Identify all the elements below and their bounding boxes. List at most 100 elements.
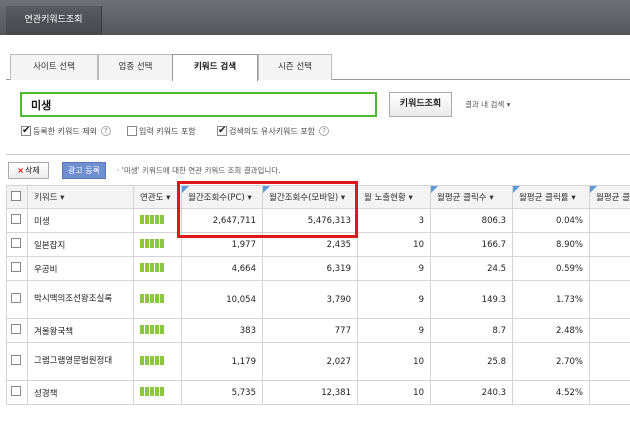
mobile-queries-cell: 777: [262, 318, 358, 343]
keyword-cell[interactable]: 우공비: [27, 256, 134, 281]
column-header-avg-click-more[interactable]: 월평균 클릭: [589, 185, 630, 209]
row-checkbox[interactable]: [11, 214, 21, 225]
relevance-bar: [140, 355, 164, 365]
sort-marker-icon: [431, 186, 438, 193]
column-header-avg-clicks[interactable]: 월평균 클릭수 ▾: [430, 185, 513, 209]
pc-queries-cell: 383: [181, 318, 263, 343]
option-label: 입력 키워드 포함: [139, 127, 196, 136]
column-header-keyword[interactable]: 키워드 ▾: [27, 185, 134, 209]
column-label: 연관도: [140, 193, 164, 203]
exposure-cell: 10: [357, 232, 431, 257]
exposure-cell: 9: [357, 318, 431, 343]
avg-clicks-cell: 166.7: [430, 232, 513, 257]
close-icon: ×: [17, 166, 24, 175]
keyword-cell[interactable]: 미생: [27, 208, 134, 233]
column-label: 키워드: [34, 193, 58, 203]
tab-site-select[interactable]: 사이트 선택: [10, 54, 98, 80]
row-select-cell: [6, 208, 28, 233]
highlight-box: [177, 181, 358, 238]
row-select-cell: [6, 380, 28, 405]
pc-queries-cell: 10,054: [181, 280, 263, 319]
delete-button[interactable]: ×삭제: [8, 162, 49, 179]
keyword-text: 그램그램영문법원정대: [34, 356, 113, 366]
relevance-bar: [140, 214, 164, 224]
row-checkbox[interactable]: [11, 355, 21, 366]
avg-ctr-cell: 1.73%: [512, 280, 590, 319]
table-row[interactable]: 겨울왕국책 383 777 9 8.7 2.48%: [6, 318, 630, 343]
keyword-text: 우공비: [34, 264, 58, 275]
option-similar-intent[interactable]: 검색의도 유사키워드 포함?: [217, 124, 330, 139]
empty-cell: [589, 232, 630, 257]
option-exclude-registered[interactable]: 등록한 키워드 제외?: [21, 124, 111, 139]
help-icon[interactable]: ?: [100, 125, 111, 136]
column-header-avg-ctr[interactable]: 월평균 클릭률 ▾: [512, 185, 590, 209]
keyword-cell[interactable]: 겨울왕국책: [27, 318, 134, 343]
avg-ctr-cell: 4.52%: [512, 380, 590, 405]
relevance-bar: [140, 262, 164, 272]
help-icon[interactable]: ?: [319, 125, 330, 136]
column-header-exposure[interactable]: 월 노출현황 ▾: [357, 185, 431, 209]
tab-season-select[interactable]: 시즌 선택: [258, 54, 332, 80]
mobile-queries-cell: 2,027: [262, 342, 358, 381]
pc-queries-cell: 1,179: [181, 342, 263, 381]
keyword-cell[interactable]: 성경책: [27, 380, 134, 405]
exposure-cell: 3: [357, 208, 431, 233]
result-message: · '미생' 키워드에 대한 연관 키워드 조회 결과입니다.: [117, 166, 281, 175]
row-select-cell: [6, 342, 28, 381]
table-row[interactable]: 우공비 4,664 6,319 9 24.5 0.59%: [6, 256, 630, 281]
checkbox-similar-intent[interactable]: [217, 124, 227, 138]
empty-cell: [589, 256, 630, 281]
relevance-cell: [133, 208, 182, 233]
checkbox-include-input[interactable]: [127, 125, 137, 136]
relevance-bar: [140, 386, 164, 396]
keyword-cell[interactable]: 그램그램영문법원정대: [27, 342, 134, 381]
row-checkbox[interactable]: [11, 238, 21, 249]
keyword-cell[interactable]: 일본잡지: [27, 232, 134, 257]
select-all-checkbox[interactable]: [11, 190, 21, 201]
keyword-text: 박시백의조선왕조실록: [34, 294, 113, 304]
empty-cell: [589, 318, 630, 343]
column-header-relevance[interactable]: 연관도 ▾: [133, 185, 182, 209]
avg-clicks-cell: 8.7: [430, 318, 513, 343]
row-checkbox[interactable]: [11, 293, 21, 304]
avg-ctr-cell: 2.48%: [512, 318, 590, 343]
avg-clicks-cell: 240.3: [430, 380, 513, 405]
table-row[interactable]: 그램그램영문법원정대 1,179 2,027 10 25.8 2.70%: [6, 342, 630, 381]
mobile-queries-cell: 12,381: [262, 380, 358, 405]
window-title: 연관키워드조회: [6, 6, 102, 35]
row-checkbox[interactable]: [11, 386, 21, 397]
row-checkbox[interactable]: [11, 324, 21, 335]
avg-clicks-cell: 149.3: [430, 280, 513, 319]
avg-ctr-cell: 8.90%: [512, 232, 590, 257]
avg-clicks-cell: 806.3: [430, 208, 513, 233]
keyword-search-input[interactable]: [20, 92, 377, 117]
ad-register-button[interactable]: 광고 등록: [62, 162, 106, 179]
search-in-results-dropdown[interactable]: 결과 내 검색 ▾: [465, 92, 510, 117]
sort-marker-icon: [513, 186, 520, 193]
checkbox-exclude-registered[interactable]: [21, 124, 31, 138]
mobile-queries-cell: 3,790: [262, 280, 358, 319]
keyword-text: 미생: [34, 216, 50, 227]
keyword-cell[interactable]: 박시백의조선왕조실록: [27, 280, 134, 319]
search-in-results-label: 결과 내 검색: [465, 100, 505, 109]
tab-bar: 사이트 선택 업종 선택 키워드 검색 시즌 선택: [6, 54, 630, 81]
pc-queries-cell: 5,735: [181, 380, 263, 405]
tab-industry-select[interactable]: 업종 선택: [98, 54, 173, 80]
relevance-bar: [140, 293, 164, 303]
relevance-cell: [133, 380, 182, 405]
option-include-input[interactable]: 입력 키워드 포함: [127, 125, 196, 139]
row-checkbox[interactable]: [11, 262, 21, 273]
table-row[interactable]: 성경책 5,735 12,381 10 240.3 4.52%: [6, 380, 630, 405]
pc-queries-cell: 4,664: [181, 256, 263, 281]
option-label: 검색의도 유사키워드 포함: [229, 127, 316, 136]
tab-keyword-search[interactable]: 키워드 검색: [172, 54, 258, 81]
exposure-cell: 9: [357, 256, 431, 281]
avg-ctr-cell: 2.70%: [512, 342, 590, 381]
row-select-cell: [6, 256, 28, 281]
avg-ctr-cell: 0.04%: [512, 208, 590, 233]
main-panel: 사이트 선택 업종 선택 키워드 검색 시즌 선택 키워드조회 결과 내 검색 …: [6, 35, 630, 423]
row-select-cell: [6, 232, 28, 257]
keyword-lookup-button[interactable]: 키워드조회: [389, 92, 452, 117]
table-row[interactable]: 박시백의조선왕조실록 10,054 3,790 9 149.3 1.73%: [6, 280, 630, 319]
relevance-cell: [133, 280, 182, 319]
